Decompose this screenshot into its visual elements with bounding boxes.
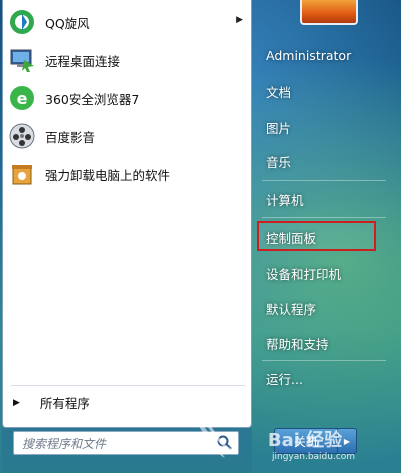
program-360-browser[interactable]: e 360安全浏览器7 <box>7 80 245 116</box>
program-label: 远程桌面连接 <box>45 53 121 69</box>
left-divider <box>11 385 245 386</box>
watermark-brand: Bai 经验 <box>268 429 343 451</box>
program-uninstall[interactable]: 强力卸载电脑上的软件 <box>7 156 245 192</box>
right-item-help-support[interactable]: 帮助和支持 <box>266 334 329 353</box>
baidu-player-icon <box>7 121 37 151</box>
program-remote-desktop[interactable]: 远程桌面连接 <box>7 42 245 78</box>
qq-xuanfeng-icon <box>7 7 37 37</box>
program-label: 360安全浏览器7 <box>45 91 140 107</box>
right-item-documents[interactable]: 文档 <box>266 82 291 101</box>
right-item-run[interactable]: 运行... <box>266 369 303 388</box>
remote-desktop-icon <box>7 45 37 75</box>
submenu-arrow-icon: ▶ <box>236 15 243 25</box>
all-programs-button[interactable]: ▶ 所有程序 <box>13 393 90 412</box>
program-label: QQ旋风 <box>45 15 90 31</box>
right-item-control-panel[interactable]: 控制面板 <box>266 228 316 247</box>
svg-text:e: e <box>17 89 28 108</box>
all-programs-label: 所有程序 <box>39 396 90 411</box>
expand-arrow-icon: ▶ <box>13 397 20 408</box>
program-baidu-player[interactable]: 百度影音 <box>7 118 245 154</box>
right-item-pictures[interactable]: 图片 <box>266 118 291 137</box>
right-item-devices-printers[interactable]: 设备和打印机 <box>266 264 341 283</box>
program-qq-xuanfeng[interactable]: QQ旋风 ▶ <box>7 4 245 40</box>
program-label: 百度影音 <box>45 129 96 145</box>
right-divider <box>262 217 386 218</box>
program-label: 强力卸载电脑上的软件 <box>45 167 171 183</box>
user-avatar[interactable] <box>300 0 358 25</box>
360-browser-icon: e <box>7 83 37 113</box>
uninstall-icon <box>7 159 37 189</box>
right-item-computer[interactable]: 计算机 <box>266 190 304 209</box>
user-name-link[interactable]: Administrator <box>266 48 351 63</box>
right-divider <box>262 180 386 181</box>
right-item-music[interactable]: 音乐 <box>266 152 291 171</box>
right-item-default-programs[interactable]: 默认程序 <box>266 299 316 318</box>
start-menu-left-pane: QQ旋风 ▶ 远程桌面连接 e 360安全浏览器7 百度影音 强力卸载电脑上的软… <box>2 0 252 428</box>
watermark-url: jingyan.baidu.com <box>272 452 356 462</box>
right-divider <box>262 360 386 361</box>
